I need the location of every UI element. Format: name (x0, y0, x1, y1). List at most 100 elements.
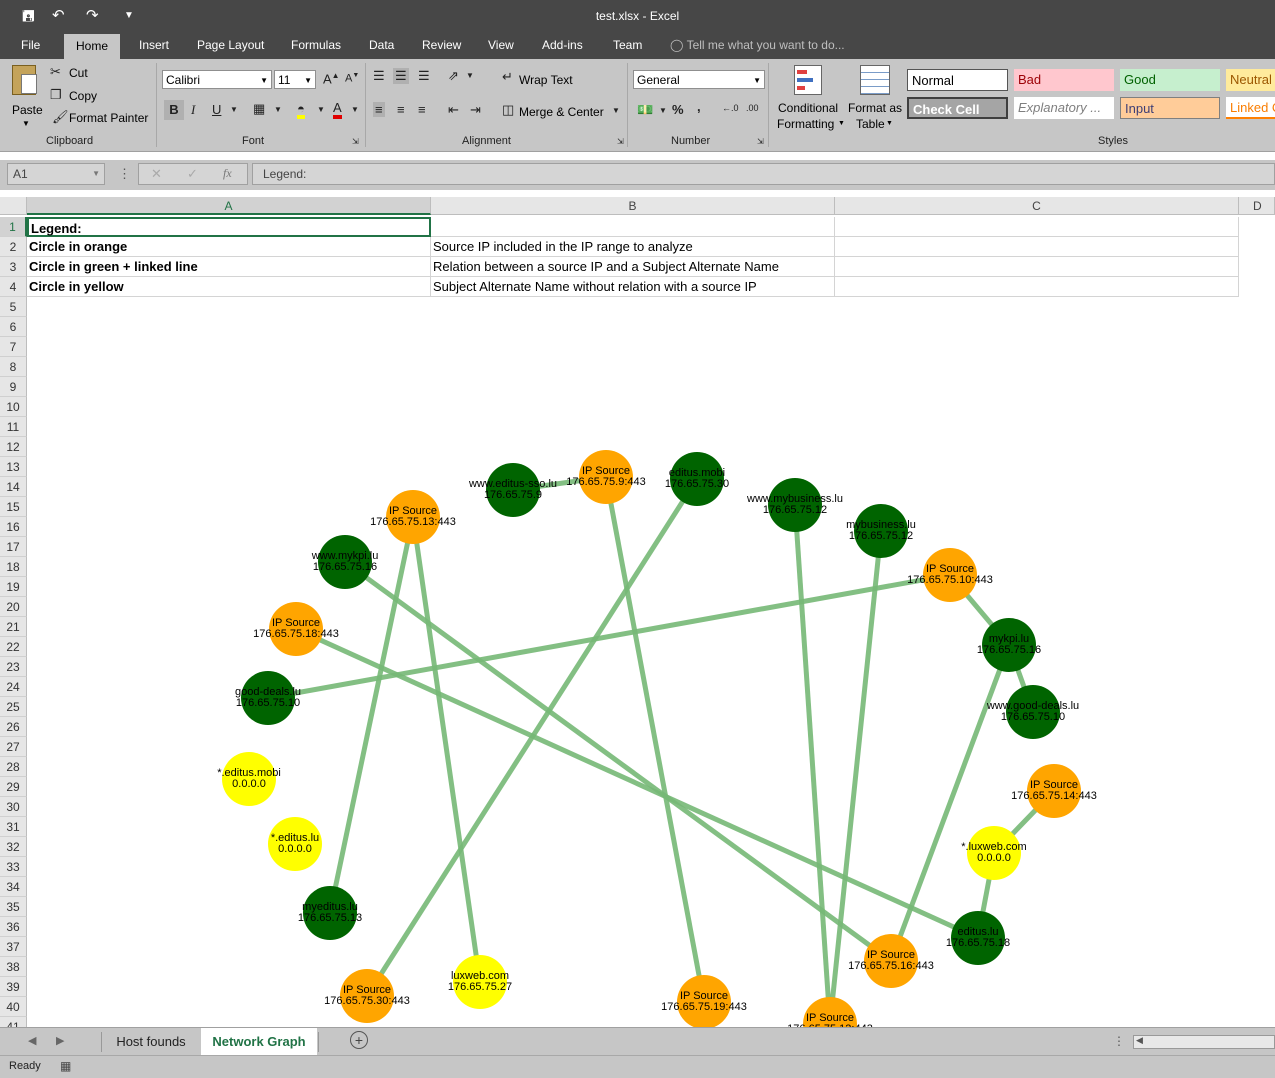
row-header-23[interactable]: 23 (0, 657, 27, 677)
merge-center-button[interactable]: Merge & Center (519, 105, 604, 119)
wrap-text-button[interactable]: Wrap Text (519, 73, 573, 87)
orientation-icon[interactable]: ⇗ (448, 68, 459, 84)
chevron-down-icon[interactable]: ▼ (317, 105, 325, 114)
new-sheet-icon[interactable]: + (350, 1031, 368, 1049)
row-header-27[interactable]: 27 (0, 737, 27, 757)
row-header-10[interactable]: 10 (0, 397, 27, 417)
tab-view[interactable]: View (488, 38, 514, 52)
cell-a4[interactable]: Circle in yellow (27, 277, 431, 297)
decrease-decimal-icon[interactable]: .00 (746, 103, 759, 113)
scroll-left-icon[interactable]: ◀ (1136, 1035, 1143, 1046)
cell-a2[interactable]: Circle in orange (27, 237, 431, 257)
tab-data[interactable]: Data (369, 38, 394, 52)
align-left-icon[interactable]: ≡ (373, 102, 385, 117)
row-header-26[interactable]: 26 (0, 717, 27, 737)
row-header-28[interactable]: 28 (0, 757, 27, 777)
chevron-down-icon[interactable]: ▼ (351, 105, 359, 114)
borders-icon[interactable]: ▦ (253, 101, 265, 117)
align-center-icon[interactable]: ≡ (397, 102, 405, 117)
font-size-select[interactable]: 11 ▼ (274, 70, 316, 89)
increase-font-icon[interactable]: A▲ (323, 71, 340, 86)
enter-icon[interactable]: ✓ (187, 166, 198, 182)
align-bottom-icon[interactable]: ☰ (418, 68, 430, 84)
row-header-16[interactable]: 16 (0, 517, 27, 537)
dialog-launcher-icon[interactable]: ⇲ (757, 137, 764, 146)
paste-button[interactable]: Paste ▼ (8, 63, 44, 129)
row-header-25[interactable]: 25 (0, 697, 27, 717)
name-box[interactable]: A1 ▼ (7, 163, 105, 185)
font-color-icon[interactable]: A (333, 100, 342, 119)
style-check-cell[interactable]: Check Cell (907, 97, 1008, 119)
dialog-launcher-icon[interactable]: ⇲ (352, 137, 359, 146)
macro-record-icon[interactable]: ▦ (60, 1059, 71, 1073)
row-header-20[interactable]: 20 (0, 597, 27, 617)
cell-b3[interactable]: Relation between a source IP and a Subje… (431, 257, 835, 277)
style-linked-cell[interactable]: Linked C (1226, 97, 1275, 119)
number-format-select[interactable]: General ▼ (633, 70, 765, 89)
row-header-1[interactable]: 1 (0, 217, 27, 237)
cell-b1[interactable] (431, 217, 835, 237)
cell-c3[interactable] (835, 257, 1239, 277)
tab-formulas[interactable]: Formulas (291, 38, 341, 52)
copy-button[interactable]: Copy (69, 89, 97, 103)
row-header-3[interactable]: 3 (0, 257, 27, 277)
row-header-33[interactable]: 33 (0, 857, 27, 877)
horizontal-scrollbar[interactable]: ◀ (1133, 1035, 1275, 1049)
underline-button[interactable]: U (212, 102, 221, 117)
row-header-35[interactable]: 35 (0, 897, 27, 917)
comma-button[interactable]: , (697, 99, 701, 114)
fill-color-icon[interactable]: ◓ (297, 101, 305, 119)
row-header-38[interactable]: 38 (0, 957, 27, 977)
row-header-24[interactable]: 24 (0, 677, 27, 697)
cell-b4[interactable]: Subject Alternate Name without relation … (431, 277, 835, 297)
chevron-down-icon[interactable]: ▼ (612, 106, 620, 115)
format-painter-button[interactable]: Format Painter (69, 111, 148, 125)
tab-insert[interactable]: Insert (139, 38, 169, 52)
row-header-5[interactable]: 5 (0, 297, 27, 317)
increase-decimal-icon[interactable]: ←.0 (722, 103, 739, 113)
chevron-down-icon[interactable]: ▼ (466, 71, 474, 80)
align-right-icon[interactable]: ≡ (418, 102, 426, 117)
select-all-corner[interactable] (0, 197, 27, 215)
increase-indent-icon[interactable]: ⇥ (470, 102, 481, 118)
row-header-18[interactable]: 18 (0, 557, 27, 577)
style-bad[interactable]: Bad (1014, 69, 1114, 91)
align-top-icon[interactable]: ☰ (373, 68, 385, 84)
column-header-d[interactable]: D (1239, 197, 1275, 215)
style-explanatory[interactable]: Explanatory ... (1014, 97, 1114, 119)
cell-c4[interactable] (835, 277, 1239, 297)
align-middle-icon[interactable]: ☰ (393, 68, 409, 84)
scroll-left-icon[interactable]: ◀ (28, 1034, 36, 1047)
bold-button[interactable]: B (164, 100, 184, 120)
currency-icon[interactable]: 💵 (637, 102, 653, 118)
row-header-36[interactable]: 36 (0, 917, 27, 937)
tab-team[interactable]: Team (613, 38, 642, 52)
cancel-icon[interactable]: ✕ (151, 166, 162, 182)
cell-c1[interactable] (835, 217, 1239, 237)
sheet-tab-network-graph[interactable]: Network Graph (201, 1028, 317, 1057)
conditional-formatting-button[interactable]: Conditional Formatting ▼ (774, 63, 845, 135)
row-header-13[interactable]: 13 (0, 457, 27, 477)
cell-a1[interactable]: Legend: (27, 217, 431, 237)
cell-b2[interactable]: Source IP included in the IP range to an… (431, 237, 835, 257)
row-header-6[interactable]: 6 (0, 317, 27, 337)
tell-me-box[interactable]: ◯ Tell me what you want to do... (670, 38, 845, 52)
row-header-4[interactable]: 4 (0, 277, 27, 297)
row-header-30[interactable]: 30 (0, 797, 27, 817)
tab-page-layout[interactable]: Page Layout (197, 38, 264, 52)
row-header-40[interactable]: 40 (0, 997, 27, 1017)
style-normal[interactable]: Normal (907, 69, 1008, 91)
chevron-down-icon[interactable]: ▼ (274, 105, 282, 114)
cell-c2[interactable] (835, 237, 1239, 257)
chevron-down-icon[interactable]: ▼ (230, 105, 238, 114)
more-options-icon[interactable]: ⋮ (118, 166, 131, 182)
row-header-19[interactable]: 19 (0, 577, 27, 597)
row-header-37[interactable]: 37 (0, 937, 27, 957)
row-header-21[interactable]: 21 (0, 617, 27, 637)
italic-button[interactable]: I (191, 102, 195, 118)
style-good[interactable]: Good (1120, 69, 1220, 91)
row-header-17[interactable]: 17 (0, 537, 27, 557)
row-header-34[interactable]: 34 (0, 877, 27, 897)
row-header-9[interactable]: 9 (0, 377, 27, 397)
cell-a3[interactable]: Circle in green + linked line (27, 257, 431, 277)
